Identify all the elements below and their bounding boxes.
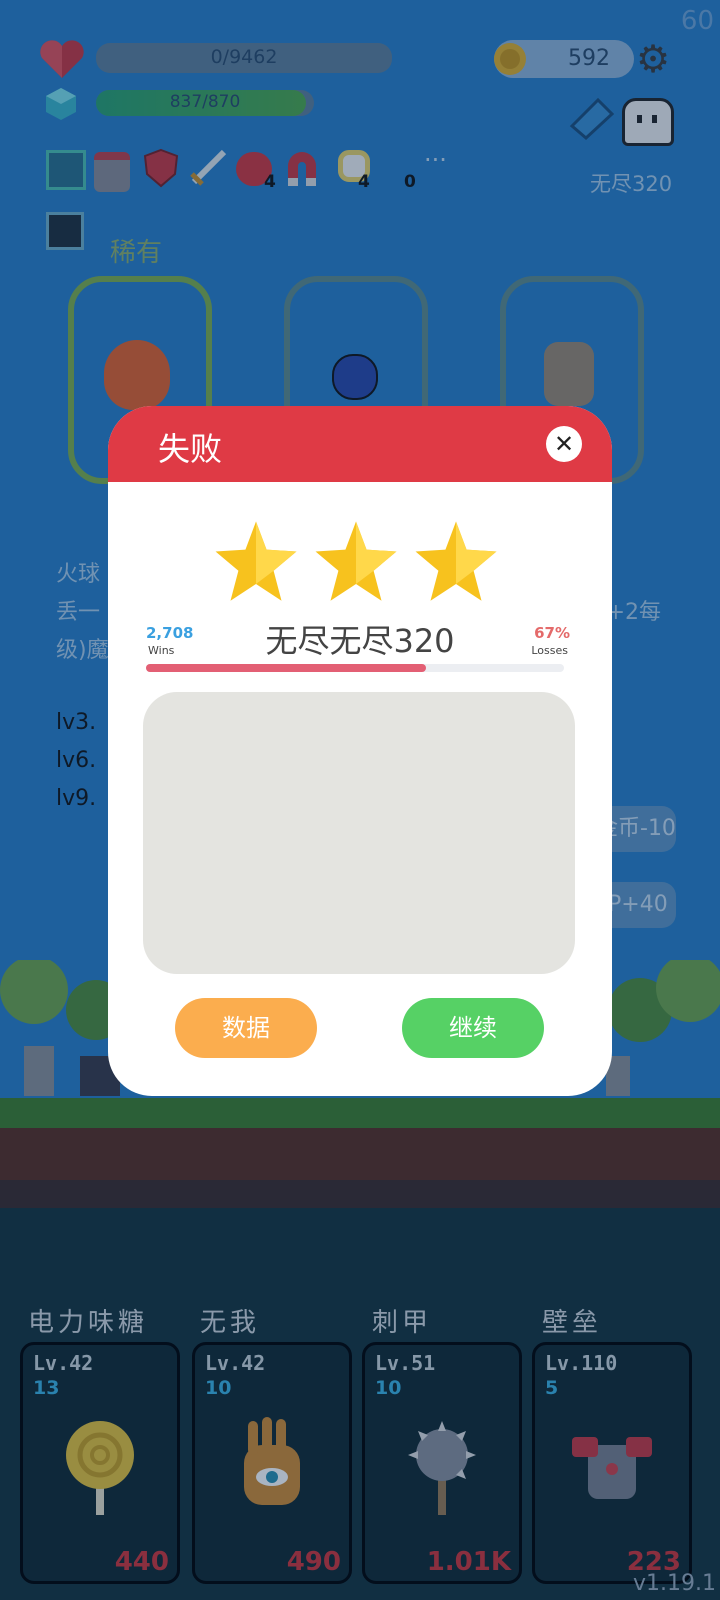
data-button[interactable]: 数据 [175, 998, 317, 1058]
star-icon-2 [315, 521, 397, 601]
result-content-area [143, 692, 575, 974]
close-button[interactable]: ✕ [546, 426, 582, 462]
win-loss-progress [146, 664, 564, 672]
progress-fill [146, 664, 427, 672]
losses-value: 67% [534, 624, 570, 642]
close-icon: ✕ [553, 430, 575, 458]
losses-label: Losses [531, 644, 568, 657]
dialog-header: 失败 ✕ [108, 406, 612, 482]
defeat-dialog: 失败 ✕ 2,708 Wins 无尽无尽320 67% Losses 数据 继续 [108, 406, 612, 1096]
continue-button[interactable]: 继续 [402, 998, 544, 1058]
dialog-title: 失败 [158, 430, 223, 468]
star-icon-1 [215, 521, 297, 601]
star-icon-3 [415, 521, 497, 601]
